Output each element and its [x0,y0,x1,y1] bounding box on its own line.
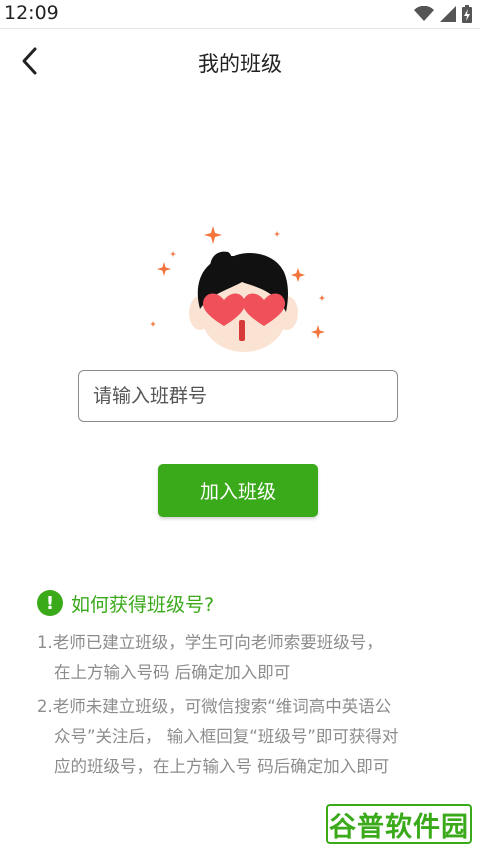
sparkle-icon [291,268,305,282]
help-section: ! 如何获得班级号? 1.老师已建立班级，学生可向老师索要班级号， 在上方输入号… [37,588,457,782]
sparkle-icon [170,251,176,257]
heart-eyes-mascot [148,222,334,352]
help-header: ! 如何获得班级号? [37,588,457,618]
mascot-illustration [150,226,325,352]
status-time: 12:09 [4,2,59,24]
help-step-line: 应的班级号，在上方输入号 码后确定加入即可 [54,757,390,776]
battery-charging-icon [462,5,472,23]
class-number-input[interactable] [78,370,398,422]
cell-signal-icon [440,6,456,22]
sparkle-icon [150,321,156,327]
app-bar: 我的班级 [0,29,480,93]
help-title: 如何获得班级号? [71,593,215,616]
sparkle-icon [204,226,222,244]
sparkle-icon [311,325,325,339]
sparkle-icon [157,262,171,276]
help-step-line: 1.老师已建立班级，学生可向老师索要班级号， [37,633,383,652]
status-icons [408,4,472,24]
watermark-logo: 谷普软件园 [326,804,472,844]
help-step-line: 众号”关注后， 输入框回复“班级号”即可获得对 [54,727,399,746]
page-title: 我的班级 [198,52,282,76]
help-step-1: 1.老师已建立班级，学生可向老师索要班级号， 在上方输入号码 后确定加入即可 [37,628,457,688]
help-step-line: 在上方输入号码 后确定加入即可 [54,663,291,682]
status-bar: 12:09 [0,0,480,29]
help-step-2: 2.老师未建立班级，可微信搜索“维词高中英语公 众号”关注后， 输入框回复“班级… [37,692,457,782]
help-step-line: 2.老师未建立班级，可微信搜索“维词高中英语公 [37,697,392,716]
wifi-icon [414,6,434,21]
sparkle-icon [319,295,325,301]
sparkle-icon [274,231,280,237]
join-class-button[interactable]: 加入班级 [158,464,318,517]
exclamation-icon: ! [37,590,63,616]
